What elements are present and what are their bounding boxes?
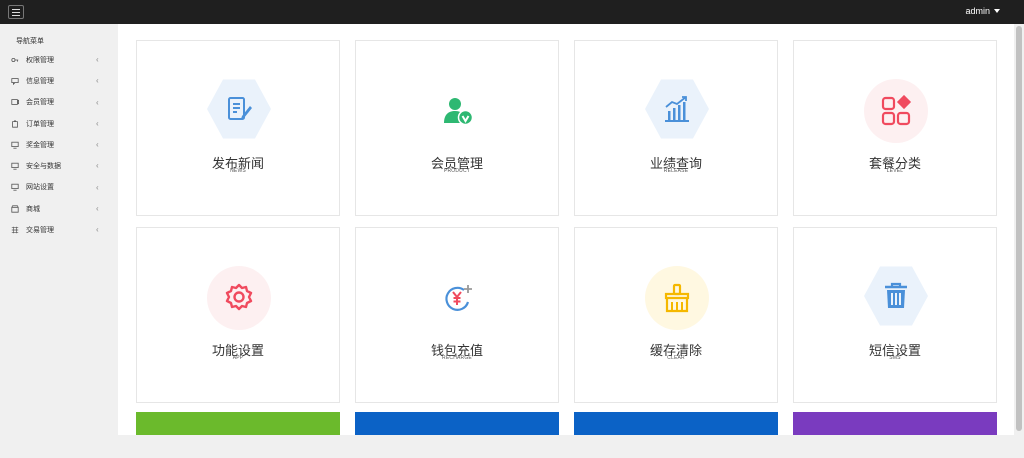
sidebar-item-label: 奖金管理 <box>26 141 54 149</box>
sidebar-item-security-data[interactable]: 安全与数据 ‹ <box>0 155 118 176</box>
sidebar: 导航菜单 权限管理 ‹ 信息管理 ‹ 会员管理 ‹ 订单管理 ‹ 奖金管理 ‹ <box>0 24 118 458</box>
sidebar-item-label: 信息管理 <box>26 77 54 85</box>
monitor-icon <box>11 141 19 149</box>
category-icon <box>864 79 928 143</box>
edit-document-icon <box>207 79 271 139</box>
shield-icon <box>11 162 19 170</box>
scrollbar[interactable] <box>1014 24 1024 435</box>
sidebar-item-bonus[interactable]: 奖金管理 ‹ <box>0 134 118 155</box>
chevron-left-icon: ‹ <box>96 76 99 86</box>
card-function-settings[interactable]: 功能设置 APP <box>136 227 340 403</box>
card-subtitle: SMS <box>889 355 901 361</box>
tile-strip-green[interactable] <box>136 412 340 435</box>
top-bar: admin <box>0 0 1024 24</box>
sidebar-item-label: 商城 <box>26 205 40 213</box>
tile-strip-blue[interactable] <box>574 412 778 435</box>
card-subtitle: NEWS <box>230 168 246 174</box>
sidebar-item-label: 网站设置 <box>26 184 54 192</box>
chevron-left-icon: ‹ <box>96 182 99 192</box>
shop-icon <box>11 205 19 213</box>
card-package-category[interactable]: 套餐分类 LEVEL <box>793 40 997 216</box>
card-performance-query[interactable]: 业绩查询 RELEASE <box>574 40 778 216</box>
member-icon <box>11 98 19 106</box>
scrollbar-thumb[interactable] <box>1016 26 1022 431</box>
sidebar-item-site-settings[interactable]: 网站设置 ‹ <box>0 177 118 198</box>
sidebar-item-info[interactable]: 信息管理 ‹ <box>0 70 118 91</box>
message-icon <box>11 77 19 85</box>
sidebar-item-orders[interactable]: 订单管理 ‹ <box>0 113 118 134</box>
card-subtitle: APP <box>232 355 244 361</box>
card-subtitle: LEVEL <box>886 168 904 174</box>
settings-gear-icon <box>207 266 271 330</box>
chevron-left-icon: ‹ <box>96 204 99 214</box>
key-icon <box>11 56 19 64</box>
chevron-left-icon: ‹ <box>96 118 99 128</box>
sidebar-item-shop[interactable]: 商城 ‹ <box>0 198 118 219</box>
sidebar-item-label: 安全与数据 <box>26 163 61 171</box>
menu-toggle-button[interactable] <box>8 5 24 19</box>
card-member-management[interactable]: 会员管理 PRODUCT <box>355 40 559 216</box>
user-menu[interactable]: admin <box>965 6 1000 16</box>
monitor-icon <box>11 183 19 192</box>
card-subtitle: RECHARGE <box>442 355 472 361</box>
sidebar-item-permissions[interactable]: 权限管理 ‹ <box>0 49 118 70</box>
sidebar-nav: 权限管理 ‹ 信息管理 ‹ 会员管理 ‹ 订单管理 ‹ 奖金管理 ‹ 安全与数据… <box>0 49 118 241</box>
wallet-recharge-icon <box>426 266 490 330</box>
chevron-left-icon: ‹ <box>96 225 99 235</box>
sidebar-title: 导航菜单 <box>16 38 44 45</box>
chevron-left-icon: ‹ <box>96 161 99 171</box>
chevron-left-icon: ‹ <box>96 97 99 107</box>
broom-icon <box>645 266 709 330</box>
sidebar-item-label: 会员管理 <box>26 99 54 107</box>
card-sms-settings[interactable]: 短信设置 SMS <box>793 227 997 403</box>
tile-strip-blue[interactable] <box>355 412 559 435</box>
main-content: 发布新闻 NEWS 会员管理 PRODUCT 业绩查询 RELEASE 套餐分类… <box>118 24 1014 435</box>
card-clear-cache[interactable]: 缓存清除 CLEAR <box>574 227 778 403</box>
caret-down-icon <box>994 9 1000 13</box>
grid-icon <box>11 226 19 234</box>
card-publish-news[interactable]: 发布新闻 NEWS <box>136 40 340 216</box>
order-icon <box>11 119 19 128</box>
card-wallet-recharge[interactable]: 钱包充值 RECHARGE <box>355 227 559 403</box>
card-subtitle: PRODUCT <box>443 168 471 174</box>
sidebar-item-label: 交易管理 <box>26 227 54 235</box>
trash-icon <box>864 266 928 326</box>
card-subtitle: RELEASE <box>663 168 689 174</box>
sidebar-item-trading[interactable]: 交易管理 ‹ <box>0 219 118 240</box>
chevron-left-icon: ‹ <box>96 55 99 64</box>
user-name: admin <box>965 6 990 16</box>
card-subtitle: CLEAR <box>667 355 685 361</box>
tile-strip-purple[interactable] <box>793 412 997 435</box>
verified-user-icon <box>426 79 490 143</box>
chevron-left-icon: ‹ <box>96 140 99 150</box>
bar-chart-icon <box>645 79 709 139</box>
sidebar-item-members[interactable]: 会员管理 ‹ <box>0 92 118 113</box>
sidebar-item-label: 订单管理 <box>26 120 54 128</box>
sidebar-item-label: 权限管理 <box>26 56 54 64</box>
